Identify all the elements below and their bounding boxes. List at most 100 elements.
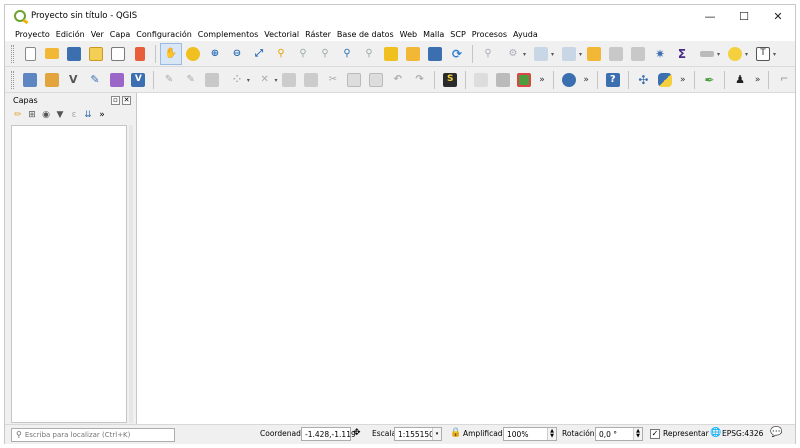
menu-web[interactable]: Web xyxy=(397,30,420,39)
menu-scp[interactable]: SCP xyxy=(447,30,469,39)
paste-features-button[interactable] xyxy=(365,69,387,91)
spinner-arrows-icon[interactable]: ▲ ▼ xyxy=(633,428,642,440)
coordinate-field[interactable]: -1.428,-1.119 xyxy=(301,427,356,441)
pin-labels-button[interactable] xyxy=(492,69,514,91)
menu-configuracion[interactable]: Configuración xyxy=(133,30,195,39)
expand-all-button[interactable]: ⇊ xyxy=(82,109,94,121)
undo-button[interactable]: ↶ xyxy=(387,69,409,91)
measure-button[interactable] xyxy=(693,43,721,65)
layer-styling-button[interactable]: ✏ xyxy=(12,109,24,121)
style-manager-button[interactable] xyxy=(129,43,151,65)
label-tool-button[interactable] xyxy=(470,69,492,91)
add-virtual-layer-button[interactable] xyxy=(106,69,128,91)
cut-features-button[interactable]: ✂ xyxy=(322,69,344,91)
sum-button[interactable]: Σ xyxy=(671,43,693,65)
delete-selected-button[interactable] xyxy=(300,69,322,91)
menu-edicion[interactable]: Edición xyxy=(53,30,88,39)
map-canvas[interactable] xyxy=(136,93,795,424)
add-vector-layer-button[interactable] xyxy=(41,69,63,91)
zoom-to-layer-button[interactable]: ⚲ xyxy=(292,43,314,65)
minimize-button[interactable]: — xyxy=(693,5,727,27)
panel-close-button[interactable]: ✕ xyxy=(122,95,131,105)
snapping-button[interactable]: ⌐ xyxy=(773,69,795,91)
menu-ayuda[interactable]: Ayuda xyxy=(510,30,541,39)
add-group-button[interactable]: ⊞ xyxy=(26,109,38,121)
layers-tree[interactable] xyxy=(11,125,127,423)
text-annotation-button[interactable]: T xyxy=(749,43,777,65)
modify-attributes-button[interactable] xyxy=(279,69,301,91)
filter-by-expression-button[interactable]: ε xyxy=(68,109,80,121)
save-project-button[interactable] xyxy=(63,43,85,65)
toolbar-overflow-button[interactable]: » xyxy=(751,75,765,85)
new-project-button[interactable] xyxy=(19,43,41,65)
processing-tool-button[interactable]: ♟ xyxy=(729,69,751,91)
magnifier-spinbox[interactable]: 100% ▲ ▼ xyxy=(503,427,557,441)
field-calculator-button[interactable] xyxy=(605,43,627,65)
python-console-button[interactable] xyxy=(654,69,676,91)
menu-base-de-datos[interactable]: Base de datos xyxy=(334,30,397,39)
map-tips-button[interactable] xyxy=(721,43,749,65)
spinner-arrows-icon[interactable]: ▲ ▼ xyxy=(547,428,556,440)
open-project-button[interactable] xyxy=(41,43,63,65)
render-checkbox[interactable]: ✓ xyxy=(650,429,660,439)
zoom-in-button[interactable]: ⊕ xyxy=(204,43,226,65)
close-button[interactable]: ✕ xyxy=(761,5,795,27)
chevron-down-icon[interactable]: ▾ xyxy=(432,428,441,440)
scp-dock-button[interactable]: S xyxy=(439,69,461,91)
toolbar-grip[interactable] xyxy=(11,70,14,89)
deselect-button[interactable] xyxy=(555,43,583,65)
locator-bar[interactable]: ⚲ xyxy=(11,427,175,442)
toolbar-overflow-button[interactable]: » xyxy=(579,75,593,85)
locator-input[interactable] xyxy=(24,430,165,439)
zoom-full-button[interactable]: ⤢ xyxy=(248,43,270,65)
redo-button[interactable]: ↷ xyxy=(409,69,431,91)
messages-icon[interactable]: 💬 xyxy=(770,427,782,438)
zoom-last-button[interactable]: ⚲ xyxy=(336,43,358,65)
georeferencer-button[interactable] xyxy=(514,69,536,91)
menu-malla[interactable]: Malla xyxy=(420,30,447,39)
new-map-view-button[interactable] xyxy=(380,43,402,65)
create-layer-button[interactable]: ✎ xyxy=(84,69,106,91)
show-bookmarks-button[interactable] xyxy=(424,43,446,65)
pan-map-button[interactable]: ✋ xyxy=(160,42,182,65)
zoom-out-button[interactable]: ⊖ xyxy=(226,43,248,65)
toolbar-overflow-button[interactable]: » xyxy=(535,75,549,85)
toggle-extents-mouse-icon[interactable]: ✥ xyxy=(353,428,361,438)
menu-complementos[interactable]: Complementos xyxy=(195,30,261,39)
refresh-button[interactable]: ⟳ xyxy=(446,43,468,65)
vertex-tool-button[interactable]: ✕ xyxy=(251,69,279,91)
digitize-feather-button[interactable]: ✒ xyxy=(699,69,721,91)
toolbox-button[interactable]: ✷ xyxy=(649,43,671,65)
pan-to-selection-button[interactable] xyxy=(182,43,204,65)
scale-combobox[interactable]: 1:1551509 ▾ xyxy=(394,427,442,441)
new-bookmark-button[interactable] xyxy=(402,43,424,65)
statistical-summary-button[interactable] xyxy=(627,43,649,65)
menu-raster[interactable]: Ráster xyxy=(302,30,334,39)
maximize-button[interactable]: ☐ xyxy=(727,5,761,27)
help-contents-button[interactable]: ? xyxy=(602,69,624,91)
metasearch-button[interactable] xyxy=(558,69,580,91)
lock-icon[interactable]: 🔒 xyxy=(450,428,461,438)
select-by-value-button[interactable] xyxy=(527,43,555,65)
menu-capa[interactable]: Capa xyxy=(107,30,133,39)
vector-style-button[interactable]: V xyxy=(128,69,150,91)
add-feature-button[interactable]: ⁘ xyxy=(223,69,251,91)
save-edits-button[interactable] xyxy=(202,69,224,91)
manage-visibility-button[interactable]: ◉ xyxy=(40,109,52,121)
data-source-manager-button[interactable] xyxy=(19,69,41,91)
zoom-to-selection-button[interactable]: ⚲ xyxy=(270,43,292,65)
crs-button[interactable]: EPSG:4326 xyxy=(722,429,763,438)
select-features-button[interactable]: ⚙ xyxy=(499,43,527,65)
toolbar-grip[interactable] xyxy=(11,44,14,63)
panel-overflow-button[interactable]: » xyxy=(96,109,108,121)
toolbar-overflow-button[interactable]: » xyxy=(676,75,690,85)
menu-procesos[interactable]: Procesos xyxy=(469,30,510,39)
zoom-next-button[interactable]: ⚲ xyxy=(358,43,380,65)
copy-features-button[interactable] xyxy=(344,69,366,91)
panel-float-button[interactable]: ▫ xyxy=(111,95,120,105)
layers-panel-splitter[interactable] xyxy=(129,125,133,423)
layout-manager-button[interactable] xyxy=(107,43,129,65)
zoom-native-button[interactable]: ⚲ xyxy=(314,43,336,65)
menu-proyecto[interactable]: Proyecto xyxy=(12,30,53,39)
gps-tools-button[interactable]: ✣ xyxy=(633,69,655,91)
